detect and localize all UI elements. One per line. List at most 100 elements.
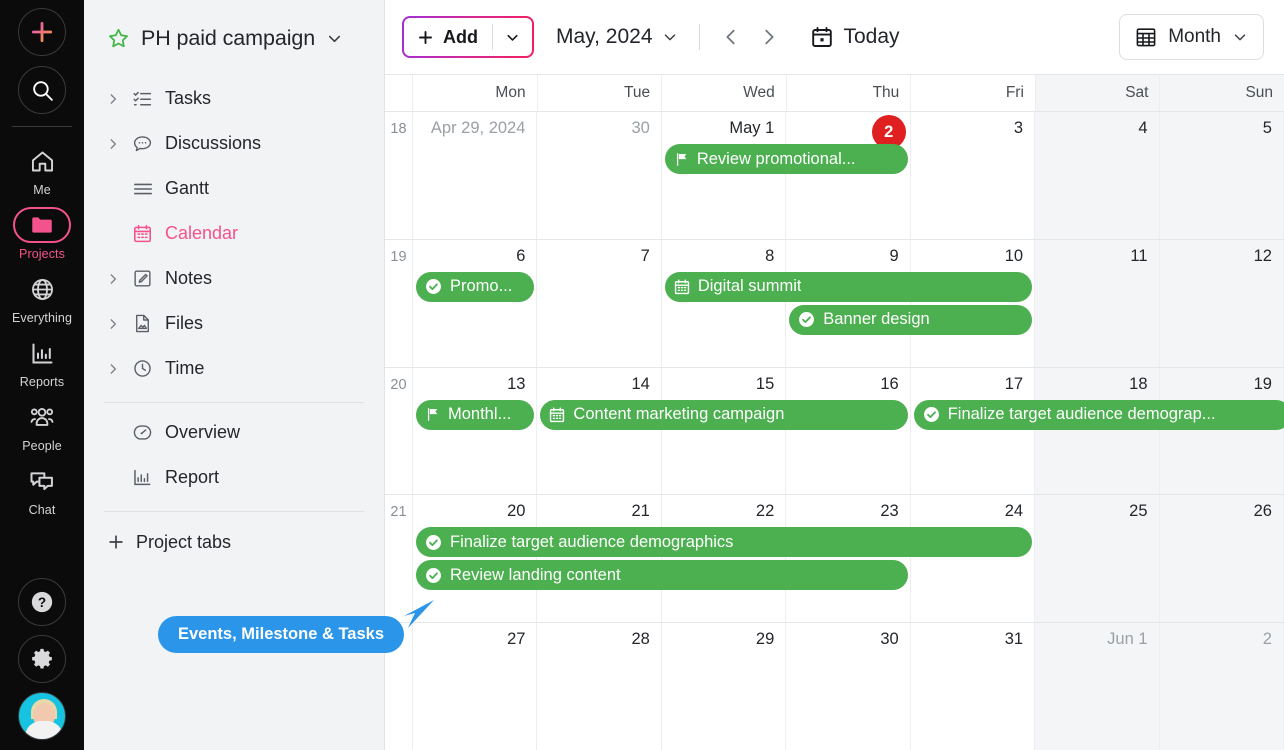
add-project-tabs-button[interactable]: Project tabs bbox=[102, 519, 366, 565]
next-period-button[interactable] bbox=[750, 18, 788, 56]
add-button[interactable]: Add bbox=[402, 16, 534, 58]
rail-item-people[interactable]: People bbox=[0, 393, 84, 457]
help-icon: ? bbox=[29, 589, 55, 615]
calendar-event[interactable]: Monthl... bbox=[416, 400, 534, 430]
event-title: Monthl... bbox=[448, 405, 511, 424]
star-icon[interactable] bbox=[106, 26, 131, 51]
chevron-right-icon[interactable] bbox=[106, 137, 132, 151]
rail-item-me[interactable]: Me bbox=[0, 137, 84, 201]
check-circle-icon bbox=[922, 405, 941, 424]
rail-item-projects[interactable]: Projects bbox=[0, 201, 84, 265]
sidebar-item-gantt[interactable]: Gantt bbox=[102, 166, 366, 211]
search-button[interactable] bbox=[18, 66, 66, 114]
chevron-down-icon bbox=[661, 28, 679, 46]
sidebar-item-overview[interactable]: Overview bbox=[102, 410, 366, 455]
note-edit-icon bbox=[132, 268, 162, 289]
day-header-tue: Tue bbox=[538, 75, 663, 111]
calendar-event[interactable]: Digital summit bbox=[665, 272, 1032, 302]
rail-item-everything[interactable]: Everything bbox=[0, 265, 84, 329]
calendar-event[interactable]: Finalize target audience demograp... bbox=[914, 400, 1284, 430]
bar-chart-icon bbox=[13, 335, 71, 371]
period-label: May, 2024 bbox=[556, 25, 653, 49]
week-day-cells: Apr 29, 202430May 12345Review promotiona… bbox=[413, 112, 1284, 239]
chevron-down-icon bbox=[325, 29, 344, 48]
sidebar-item-report[interactable]: Report bbox=[102, 455, 366, 500]
globe-icon bbox=[13, 271, 71, 307]
events-layer: Review promotional... bbox=[413, 112, 1284, 239]
view-mode-selector[interactable]: Month bbox=[1119, 14, 1264, 60]
chat-icon bbox=[13, 463, 71, 499]
calendar-icon bbox=[548, 406, 566, 424]
event-title: Banner design bbox=[823, 310, 929, 329]
calendar-event[interactable]: Review landing content bbox=[416, 560, 908, 590]
sidebar-item-files[interactable]: Files bbox=[102, 301, 366, 346]
previous-period-button[interactable] bbox=[712, 18, 750, 56]
add-dropdown-button[interactable] bbox=[493, 18, 532, 56]
sidebar-item-label: Files bbox=[165, 313, 203, 334]
search-icon bbox=[30, 78, 55, 103]
clock-icon bbox=[132, 358, 162, 379]
week-day-cells: 13141516171819Monthl...Content marketing… bbox=[413, 368, 1284, 495]
calendar-event[interactable]: Finalize target audience demographics bbox=[416, 527, 1032, 557]
sidebar-item-label: Report bbox=[165, 467, 219, 488]
chevron-down-icon bbox=[1231, 28, 1249, 46]
sidebar-item-tasks[interactable]: Tasks bbox=[102, 76, 366, 121]
events-layer: Monthl... Content marketing campaign Final… bbox=[413, 368, 1284, 495]
plus-icon bbox=[29, 19, 55, 45]
chevron-right-icon[interactable] bbox=[106, 92, 132, 106]
avatar[interactable] bbox=[18, 692, 66, 740]
rail-item-chat[interactable]: Chat bbox=[0, 457, 84, 521]
calendar-grid-icon bbox=[1134, 25, 1158, 49]
event-title: Digital summit bbox=[698, 277, 802, 296]
settings-gear-icon bbox=[29, 646, 55, 672]
sidebar-divider-2 bbox=[104, 511, 364, 512]
period-selector[interactable]: May, 2024 bbox=[556, 25, 679, 49]
calendar-event[interactable]: Banner design bbox=[789, 305, 1032, 335]
calendar-event[interactable]: Review promotional... bbox=[665, 144, 908, 174]
home-icon bbox=[13, 143, 71, 179]
add-button-main[interactable]: Add bbox=[404, 18, 492, 56]
gantt-icon bbox=[132, 178, 162, 200]
settings-button[interactable] bbox=[18, 635, 66, 683]
today-label: Today bbox=[844, 25, 900, 49]
rail-bottom-group: ? bbox=[0, 578, 84, 740]
sidebar-item-label: Time bbox=[165, 358, 204, 379]
project-title-button[interactable]: PH paid campaign bbox=[102, 0, 366, 76]
sidebar-item-notes[interactable]: Notes bbox=[102, 256, 366, 301]
sidebar-item-time[interactable]: Time bbox=[102, 346, 366, 391]
calendar-event[interactable]: Content marketing campaign bbox=[540, 400, 907, 430]
sidebar-item-calendar[interactable]: Calendar bbox=[102, 211, 366, 256]
check-circle-icon bbox=[424, 566, 443, 585]
today-button[interactable]: Today bbox=[810, 25, 900, 49]
week-number: 20 bbox=[385, 368, 413, 495]
calendar-event[interactable]: Promo... bbox=[416, 272, 534, 302]
sidebar-item-label: Calendar bbox=[165, 223, 238, 244]
event-title: Content marketing campaign bbox=[573, 405, 784, 424]
day-header-mon: Mon bbox=[413, 75, 538, 111]
check-circle-icon bbox=[797, 310, 816, 329]
folder-icon bbox=[13, 207, 71, 243]
help-button[interactable]: ? bbox=[18, 578, 66, 626]
calendar-day-headers: MonTueWedThuFriSatSun bbox=[385, 75, 1284, 112]
rail-item-label: Reports bbox=[20, 375, 64, 389]
chevron-down-icon bbox=[504, 29, 521, 46]
calendar-toolbar: Add May, 2024 bbox=[385, 0, 1284, 75]
chevron-right-icon[interactable] bbox=[106, 272, 132, 286]
chevron-right-icon[interactable] bbox=[106, 317, 132, 331]
calendar-week-row: 2728293031Jun 12 bbox=[385, 623, 1284, 750]
rail-item-label: Everything bbox=[12, 311, 72, 325]
rail-item-label: Projects bbox=[19, 247, 65, 261]
chevron-right-icon[interactable] bbox=[106, 362, 132, 376]
chevron-right-icon bbox=[758, 26, 780, 48]
chevron-left-icon bbox=[720, 26, 742, 48]
global-nav-rail: Me Projects Everything bbox=[0, 0, 84, 750]
sidebar-item-discussions[interactable]: Discussions bbox=[102, 121, 366, 166]
day-header-sun: Sun bbox=[1160, 75, 1284, 111]
speedometer-icon bbox=[132, 422, 162, 443]
day-header-fri: Fri bbox=[911, 75, 1036, 111]
rail-item-reports[interactable]: Reports bbox=[0, 329, 84, 393]
sidebar-item-label: Overview bbox=[165, 422, 240, 443]
create-new-button[interactable] bbox=[18, 8, 66, 56]
sidebar-divider bbox=[104, 402, 364, 403]
calendar-today-icon bbox=[810, 25, 834, 49]
